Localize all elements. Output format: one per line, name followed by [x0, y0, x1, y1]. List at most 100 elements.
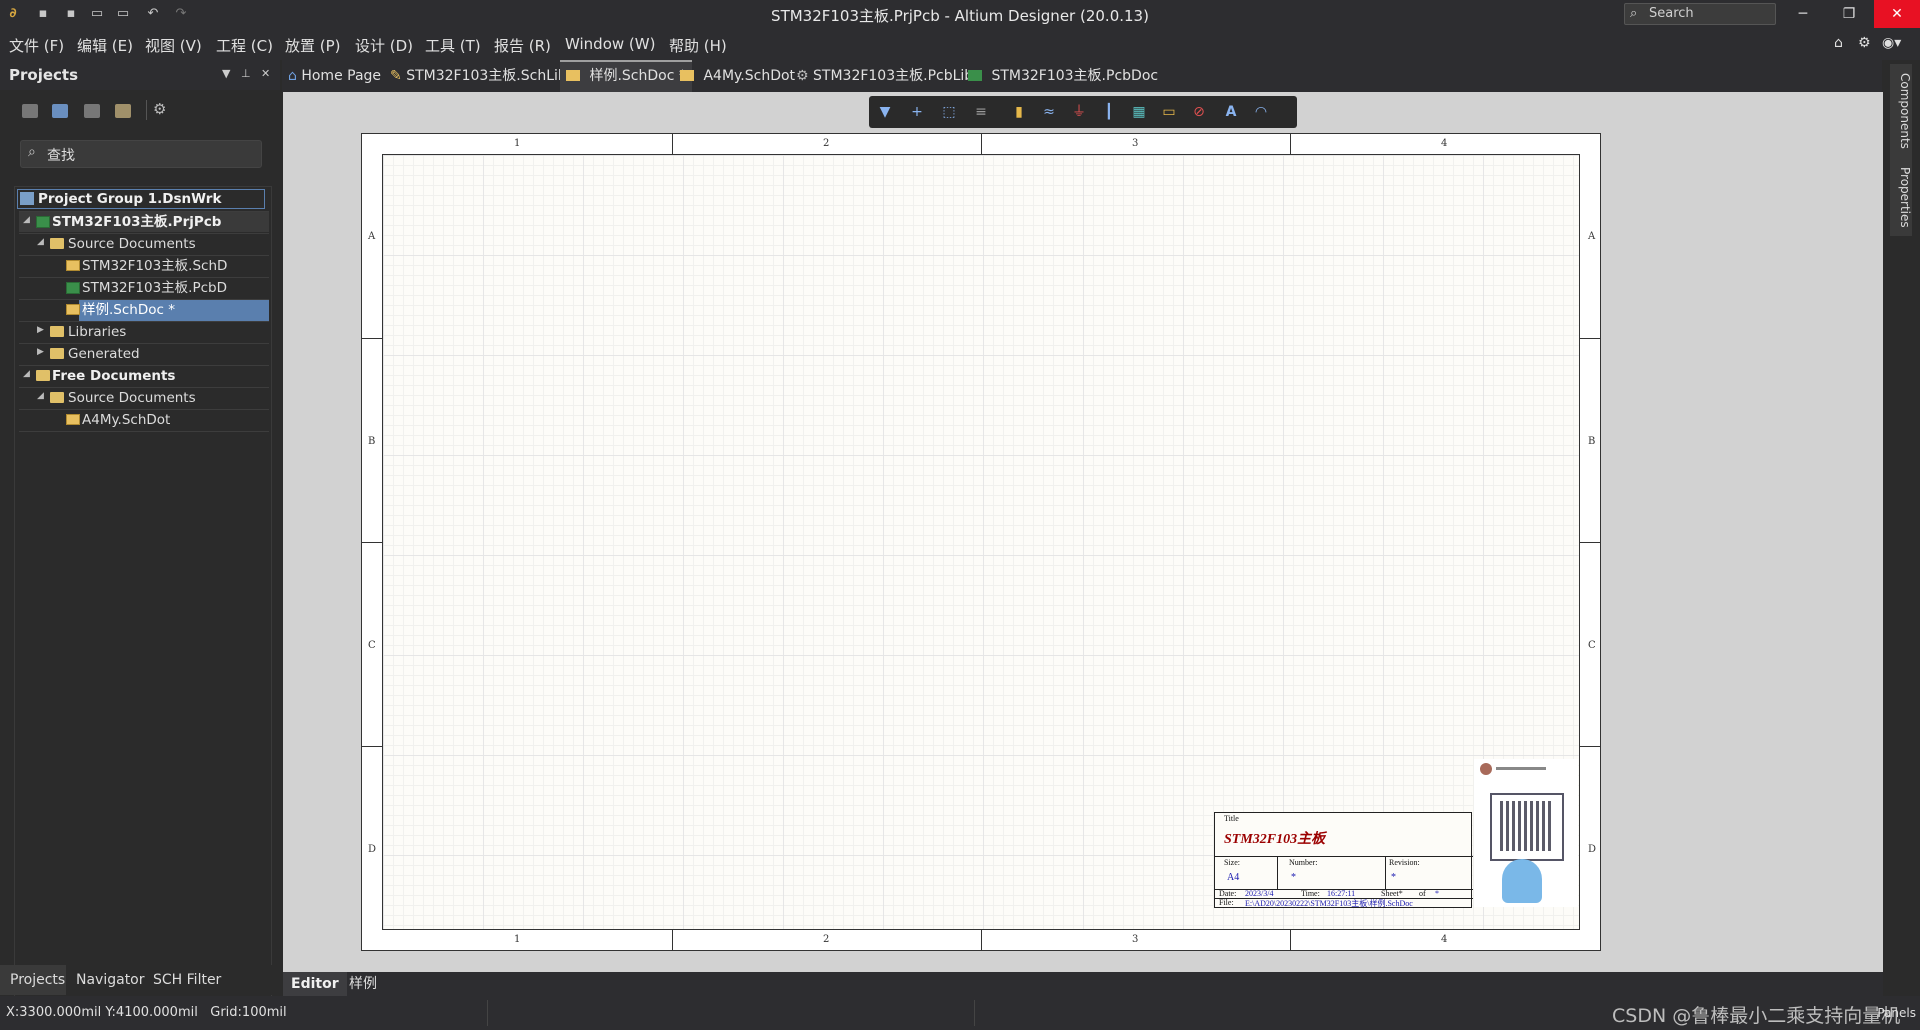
- tab-sample-schdoc[interactable]: 样例.SchDoc *: [560, 60, 692, 92]
- tab-pcblib[interactable]: ⚙ STM32F103主板.PcbLib: [796, 60, 973, 92]
- search-icon: ⌕: [1630, 6, 1638, 21]
- status-divider: [487, 1000, 488, 1026]
- tree-item-source-documents[interactable]: Source Documents: [68, 234, 196, 254]
- tab-components[interactable]: Components: [1890, 64, 1912, 158]
- schematic-doc-icon: [66, 304, 80, 315]
- expand-arrow-icon[interactable]: ◢: [37, 391, 44, 401]
- port-icon[interactable]: ▭: [1161, 104, 1177, 120]
- date-label: Date:: [1219, 889, 1237, 898]
- user-icon[interactable]: ◉▾: [1882, 35, 1901, 51]
- tab-a4my-schdot[interactable]: A4My.SchDot: [680, 60, 795, 92]
- csdn-watermark: CSDN @鲁棒最小二乘支持向量机: [1612, 1005, 1901, 1027]
- expand-arrow-icon[interactable]: ◢: [37, 237, 44, 247]
- save-project-icon[interactable]: [22, 104, 38, 118]
- filter-icon[interactable]: ▼: [877, 104, 893, 120]
- editor-tabs: Editor 样例: [283, 972, 1883, 996]
- tree-item-libraries[interactable]: Libraries: [68, 322, 126, 342]
- arc-icon[interactable]: ◠: [1253, 104, 1269, 120]
- tree-item-free-source-documents[interactable]: Source Documents: [68, 388, 196, 408]
- tree-item-generated[interactable]: Generated: [68, 344, 140, 364]
- menu-tools[interactable]: 工具 (T): [425, 35, 481, 56]
- minimize-button[interactable]: ─: [1780, 0, 1826, 28]
- project-group-icon: [20, 192, 34, 205]
- expand-arrow-icon[interactable]: ◢: [23, 215, 30, 225]
- menu-reports[interactable]: 报告 (R): [494, 35, 551, 56]
- search-input[interactable]: ⌕ Search: [1624, 3, 1776, 25]
- tab-editor[interactable]: Editor: [283, 972, 347, 996]
- tb-divider: [1215, 856, 1473, 857]
- folder-icon: [50, 348, 64, 359]
- restore-button[interactable]: ❐: [1826, 0, 1872, 28]
- move-icon[interactable]: +: [909, 104, 925, 120]
- panels-button[interactable]: Panels: [1877, 1006, 1916, 1020]
- folder-icon[interactable]: [115, 104, 131, 118]
- tree-item-free-documents[interactable]: Free Documents: [52, 366, 175, 386]
- menu-design[interactable]: 设计 (D): [355, 35, 413, 56]
- time-value: 16:27:11: [1327, 889, 1356, 898]
- menu-help[interactable]: 帮助 (H): [669, 35, 727, 56]
- menu-view[interactable]: 视图 (V): [145, 35, 202, 56]
- time-label: Time:: [1301, 889, 1320, 898]
- tree-item-pcb[interactable]: STM32F103主板.PcbD: [82, 278, 230, 298]
- zone-row-label: C: [368, 640, 376, 651]
- tab-sheet-sample[interactable]: 样例: [341, 972, 385, 996]
- menu-edit[interactable]: 编辑 (E): [77, 35, 133, 56]
- pcb-project-icon: [36, 216, 50, 228]
- compile-icon[interactable]: [52, 104, 68, 118]
- menu-project[interactable]: 工程 (C): [216, 35, 273, 56]
- place-part-icon[interactable]: ▮: [1011, 104, 1027, 120]
- bus-icon[interactable]: ┃: [1101, 104, 1117, 120]
- menu-window[interactable]: Window (W): [565, 35, 655, 53]
- zone-divider: [1580, 542, 1600, 543]
- tree-item-project[interactable]: STM32F103主板.PrjPcb: [52, 212, 221, 232]
- zone-divider: [981, 134, 982, 154]
- home-icon[interactable]: ⌂: [1834, 35, 1843, 51]
- expand-arrow-icon[interactable]: ◢: [23, 369, 30, 379]
- tree-item-a4my-schdot[interactable]: A4My.SchDot: [82, 410, 170, 430]
- tree-item-project-group[interactable]: Project Group 1.DsnWrk: [38, 189, 221, 209]
- select-area-icon[interactable]: ⬚: [941, 104, 957, 120]
- folder-icon: [50, 392, 64, 403]
- tree-item-schematic[interactable]: STM32F103主板.SchD: [82, 256, 230, 276]
- zone-divider: [1580, 338, 1600, 339]
- panel-menu-icon[interactable]: ▼: [222, 67, 230, 80]
- tab-navigator[interactable]: Navigator: [76, 972, 145, 988]
- directive-icon[interactable]: ⊘: [1191, 104, 1207, 120]
- text-icon[interactable]: A: [1223, 104, 1239, 120]
- zone-row-label: B: [368, 436, 376, 447]
- schematic-canvas[interactable]: ▼ + ⬚ ≡ ▮ ≈ ⏚ ┃ ▦ ▭ ⊘ A ◠ 1 2 3 4 1 2 3 …: [283, 92, 1883, 972]
- collapse-arrow-icon[interactable]: ▶: [37, 347, 44, 357]
- tab-schlib[interactable]: ✎ STM32F103主板.SchLib: [390, 60, 567, 92]
- collapse-arrow-icon[interactable]: ▶: [37, 325, 44, 335]
- zone-divider: [1290, 930, 1291, 950]
- pin-icon[interactable]: ⊥: [241, 67, 251, 80]
- zone-divider: [362, 338, 382, 339]
- zone-divider: [672, 930, 673, 950]
- tab-sch-filter[interactable]: SCH Filter: [153, 972, 221, 988]
- zone-row-label: D: [1588, 844, 1597, 855]
- power-port-icon[interactable]: ⏚: [1071, 104, 1087, 120]
- tab-properties[interactable]: Properties: [1890, 158, 1912, 236]
- folder-icon: [50, 238, 64, 249]
- title-label: Title: [1224, 814, 1239, 823]
- zone-row-label: A: [1588, 231, 1596, 242]
- align-icon[interactable]: ≡: [973, 104, 989, 120]
- settings-icon[interactable]: ⚙: [153, 100, 166, 118]
- of-value: *: [1435, 889, 1439, 898]
- tab-projects[interactable]: Projects: [10, 972, 65, 988]
- panel-close-icon[interactable]: ✕: [261, 67, 270, 80]
- gear-icon[interactable]: ⚙: [1858, 35, 1871, 51]
- zone-col-label: 2: [823, 138, 830, 149]
- zone-col-label: 3: [1132, 138, 1139, 149]
- menu-place[interactable]: 放置 (P): [285, 35, 341, 56]
- tab-label: STM32F103主板.PcbDoc: [991, 68, 1159, 84]
- tab-home-page[interactable]: ⌂ Home Page: [288, 60, 381, 92]
- tree-item-sample-schdoc[interactable]: 样例.SchDoc *: [82, 300, 175, 320]
- tab-pcbdoc[interactable]: STM32F103主板.PcbDoc: [968, 60, 1158, 92]
- project-options-icon[interactable]: [84, 104, 100, 118]
- sheet-symbol-icon[interactable]: ▦: [1131, 104, 1147, 120]
- close-button[interactable]: ✕: [1874, 0, 1920, 28]
- project-search-input[interactable]: ⌕ 查找: [20, 140, 262, 168]
- menu-file[interactable]: 文件 (F): [9, 35, 64, 56]
- wire-icon[interactable]: ≈: [1041, 104, 1057, 120]
